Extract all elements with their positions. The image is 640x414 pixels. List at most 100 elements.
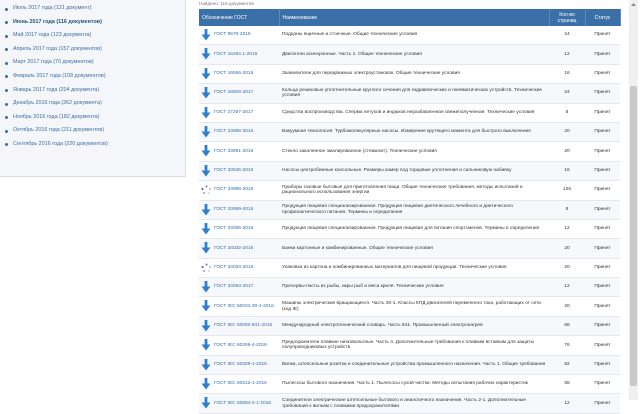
download-arrow-icon[interactable] [201, 300, 211, 312]
sidebar-month-label: Сентябрь 2016 года (220 документов) [13, 140, 108, 147]
status-text: Принят [585, 64, 620, 85]
sidebar-month-link[interactable]: Февраль 2017 года (109 документов) [0, 70, 185, 84]
download-arrow-icon[interactable] [201, 145, 211, 157]
page-scrollbar[interactable] [629, 0, 638, 400]
document-name: Приборы газовые бытовые для приготовлени… [279, 180, 549, 201]
gost-cell: ГОСТ 16264.1-2016 [199, 44, 279, 65]
gost-link[interactable]: ГОСТ 16556-2016 [214, 71, 253, 76]
gost-cell: ГОСТ IEC 60884-2-1-2016 [199, 393, 279, 414]
document-name: Упаковка из картона и комбинированных ма… [279, 258, 549, 279]
table-row: ГОСТ 27267-2017 Средства воспроизводства.… [199, 103, 620, 123]
table-row: ГОСТ 18829-2017 Кольца резиновые уплотнит… [199, 83, 620, 104]
download-arrow-icon[interactable] [201, 397, 211, 409]
sidebar-month-label: Декабрь 2016 года (362 документа) [13, 100, 102, 107]
document-name: Кольца резиновые уплотнительные круглого… [279, 83, 549, 104]
gost-link[interactable]: ГОСТ 33999-2016 [214, 207, 253, 212]
bullet-icon [5, 89, 8, 93]
bullet-icon [5, 21, 8, 25]
sidebar-month-link[interactable]: Март 2017 года (70 документов) [0, 56, 185, 70]
download-arrow-icon[interactable] [201, 319, 211, 332]
gost-link[interactable]: ГОСТ 33866-2016 [214, 129, 253, 134]
loading-dots-icon[interactable] [201, 185, 212, 195]
sidebar-month-link[interactable]: Апрель 2017 года (157 документов) [0, 43, 185, 57]
gost-link[interactable]: ГОСТ IEC 60034-30-1-2016 [214, 304, 274, 309]
archive-month-list: Июль 2017 года (121 документ) Июнь 2017 г… [0, 0, 185, 152]
download-arrow-icon[interactable] [201, 29, 211, 41]
column-header-pages[interactable]: Кол-во страниц [549, 9, 586, 26]
gost-link[interactable]: ГОСТ 33891-2016 [214, 149, 253, 154]
sidebar-month-label: Июнь 2017 года (116 документов) [13, 18, 102, 25]
documents-table: Обозначение ГОСТ Наименование Кол-во стр… [199, 9, 621, 414]
gost-cell: ГОСТ IEC 60034-30-1-2016 [199, 296, 279, 317]
column-header-status[interactable]: Статус [585, 9, 621, 26]
download-arrow-icon[interactable] [201, 106, 211, 119]
status-text: Принят [585, 83, 620, 104]
column-header-name[interactable]: Наименование [279, 9, 550, 26]
scroll-up-arrow-icon[interactable] [629, 0, 638, 9]
download-arrow-icon[interactable] [201, 87, 211, 99]
document-name: Стекло закаленное эмалированное (стемали… [279, 141, 549, 162]
bullet-icon [5, 143, 8, 147]
gost-link[interactable]: ГОСТ IEC 60312-1-2016 [214, 381, 267, 386]
sidebar-month-label: Январь 2017 года (204 документа) [13, 86, 100, 93]
status-text: Принят [585, 296, 620, 317]
gost-link[interactable]: ГОСТ IEC 60050-841-2016 [214, 323, 272, 328]
gost-link[interactable]: ГОСТ 34033-2016 [214, 265, 253, 270]
gost-link[interactable]: ГОСТ IEC 60269-4-2016 [214, 343, 267, 348]
download-arrow-icon[interactable] [201, 242, 211, 254]
status-text: Принят [585, 355, 620, 376]
document-name: Продукция пищевая специализированная. Пр… [279, 200, 549, 220]
gost-link[interactable]: ГОСТ 34032-2016 [214, 246, 253, 251]
gost-cell: ГОСТ 34006-2016 [199, 219, 279, 240]
page-count: 20 [549, 296, 585, 317]
download-arrow-icon[interactable] [201, 281, 211, 293]
download-arrow-icon[interactable] [201, 67, 211, 80]
column-header-gost[interactable]: Обозначение ГОСТ [199, 9, 280, 26]
download-arrow-icon[interactable] [201, 164, 211, 177]
download-arrow-icon[interactable] [201, 358, 211, 371]
sidebar-month-label: Апрель 2017 года (157 документов) [13, 45, 102, 52]
sidebar-month-link[interactable]: Январь 2017 года (204 документа) [0, 84, 185, 98]
document-name: Продукция пищевая специализированная. Пр… [279, 219, 549, 240]
gost-link[interactable]: ГОСТ 34063-2017 [214, 284, 253, 289]
scrollbar-thumb[interactable] [630, 86, 637, 386]
sidebar-month-link[interactable]: Июнь 2017 года (116 документов) [0, 16, 185, 30]
sidebar-month-link[interactable]: Июль 2017 года (121 документ) [0, 2, 185, 16]
table-header-row: Обозначение ГОСТ Наименование Кол-во стр… [199, 9, 621, 26]
sidebar-month-link[interactable]: Декабрь 2016 года (362 документа) [0, 97, 185, 111]
page-count: 20 [549, 238, 585, 259]
sidebar-month-link[interactable]: Октябрь 2016 года (211 документов) [0, 124, 185, 138]
download-arrow-icon[interactable] [201, 339, 211, 351]
table-row: ГОСТ 16264.1-2016 Двигатели асинхронные. … [199, 44, 620, 65]
bullet-icon [5, 102, 8, 106]
gost-link[interactable]: ГОСТ 16264.1-2016 [214, 52, 257, 57]
table-row: ГОСТ IEC 60309-1-2016 Вилки, штепсельные … [199, 355, 620, 376]
gost-cell: ГОСТ IEC 60269-4-2016 [199, 335, 279, 356]
sidebar-month-link[interactable]: Ноябрь 2016 года (182 документа) [0, 111, 185, 125]
documents-count: Найдено: 116 документов [199, 1, 254, 6]
gost-link[interactable]: ГОСТ 33998-2016 [214, 187, 253, 192]
gost-cell: ГОСТ 34032-2016 [199, 238, 279, 259]
status-text: Принят [585, 316, 620, 337]
gost-link[interactable]: ГОСТ IEC 60309-1-2016 [214, 362, 267, 367]
loading-dots-icon[interactable] [201, 263, 212, 273]
download-arrow-icon[interactable] [201, 222, 211, 235]
page-count: 66 [549, 316, 585, 337]
download-arrow-icon[interactable] [201, 203, 211, 216]
download-arrow-icon[interactable] [201, 378, 211, 390]
sidebar-month-link[interactable]: Сентябрь 2016 года (220 документов) [0, 138, 185, 152]
gost-link[interactable]: ГОСТ 34006-2016 [214, 226, 253, 231]
status-text: Принят [585, 200, 620, 220]
download-arrow-icon[interactable] [201, 125, 211, 138]
gost-link[interactable]: ГОСТ IEC 60884-2-1-2016 [214, 401, 271, 406]
gost-link[interactable]: ГОСТ 18829-2017 [214, 90, 253, 95]
download-arrow-icon[interactable] [201, 48, 211, 60]
sidebar-month-link[interactable]: Май 2017 года (123 документа) [0, 29, 185, 43]
page-count: 20 [549, 258, 585, 279]
document-name: Вилки, штепсельные розетки и соединитель… [279, 355, 549, 376]
gost-link[interactable]: ГОСТ 9570-2016 [214, 32, 251, 37]
gost-link[interactable]: ГОСТ 27267-2017 [214, 110, 253, 115]
bullet-icon [5, 48, 8, 52]
gost-link[interactable]: ГОСТ 33945-2016 [214, 168, 253, 173]
table-row: ГОСТ 33891-2016 Стекло закаленное эмалиро… [199, 141, 620, 162]
